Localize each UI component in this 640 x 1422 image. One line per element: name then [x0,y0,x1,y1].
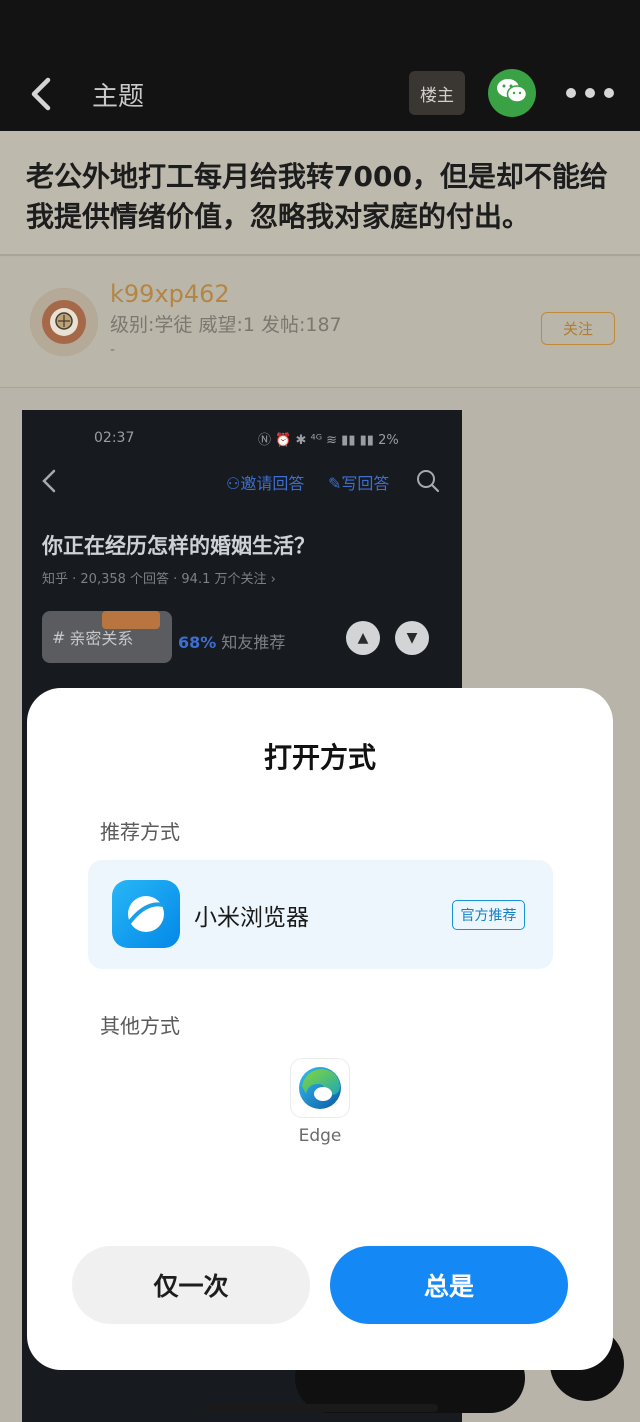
author-stats: 级别:学徒 威望:1 发帖:187 [110,314,342,336]
mi-browser-icon [112,880,180,948]
screenshot-time: 02:37 [94,430,135,446]
back-icon[interactable] [26,74,56,114]
edge-app-name[interactable]: Edge [270,1126,370,1146]
op-only-button[interactable]: 楼主 [409,71,465,115]
screenshot-write-answer: ✎写回答 [328,474,390,493]
hashtag-icon: # [52,627,66,647]
screenshot-invite-answer: ⚇邀请回答 [226,474,305,493]
edit-icon: ✎ [328,474,342,493]
screenshot-search-icon [416,469,440,493]
just-once-button[interactable]: 仅一次 [72,1246,310,1324]
author-signature: - [110,342,116,358]
edge-icon[interactable] [290,1058,350,1118]
other-section-label: 其他方式 [100,1014,180,1038]
follow-button[interactable]: 关注 [541,312,615,345]
dialog-title: 打开方式 [263,741,376,774]
more-icon[interactable] [562,80,618,106]
screenshot-status-icons: Ⓝ ⏰ ✱ ⁴ᴳ ≋ ▮▮ ▮▮ 2% [258,433,399,448]
always-button[interactable]: 总是 [330,1246,568,1324]
avatar[interactable] [30,288,98,356]
person-icon: ⚇ [226,474,241,493]
screenshot-meta: 知乎 · 20,358 个回答 · 94.1 万个关注 › [42,572,276,587]
recommended-app-name: 小米浏览器 [194,905,309,931]
screenshot-back-icon [40,468,58,494]
home-indicator[interactable] [202,1404,438,1412]
thumbs-down-icon: ▼ [395,621,429,655]
recommended-section-label: 推荐方式 [100,820,180,844]
screenshot-recommend-rate: 68% 知友推荐 [178,633,286,652]
thumbs-up-icon: ▲ [346,621,380,655]
tag-accent [102,611,160,629]
author-card: k99xp462 级别:学徒 威望:1 发帖:187 - 关注 [0,258,640,388]
open-with-dialog: 打开方式 推荐方式 小米浏览器 官方推荐 其他方式 Edge 仅一次 总是 [27,688,613,1370]
recommended-app-option[interactable]: 小米浏览器 官方推荐 [88,860,553,969]
screenshot-question: 你正在经历怎样的婚姻生活？ [42,534,315,558]
post-title: 老公外地打工每月给我转7000，但是却不能给我提供情绪价值，忽略我对家庭的付出。 [0,131,640,256]
wechat-icon [496,77,528,109]
top-app-bar: 主题 楼主 [0,0,640,131]
wechat-share-button[interactable] [488,69,536,117]
page-title: 主题 [92,82,145,112]
author-name[interactable]: k99xp462 [110,280,230,308]
official-recommend-badge: 官方推荐 [452,900,525,930]
